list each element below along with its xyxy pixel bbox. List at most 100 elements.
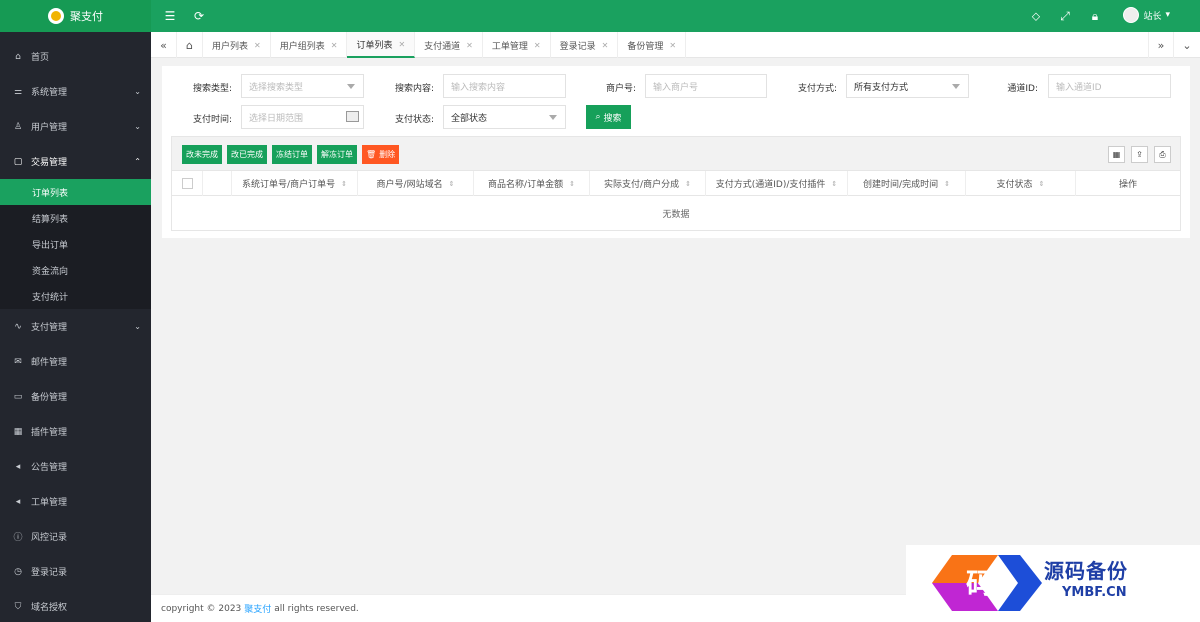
select-all-checkbox[interactable]: [181, 178, 193, 189]
pay-status-select[interactable]: 全部状态: [443, 105, 566, 129]
pay-method-label: 支付方式:: [797, 84, 837, 94]
pay-method-value: 所有支付方式: [854, 82, 909, 93]
sort-icon: ⇕: [685, 179, 691, 188]
double-chevron-left-icon[interactable]: «: [151, 32, 177, 58]
tag-icon[interactable]: ⬦: [1029, 9, 1043, 23]
ticket-icon: ◂: [15, 496, 21, 507]
col-status[interactable]: 支付状态 ⇕: [966, 171, 1076, 196]
sidebar-item-logins[interactable]: ◷ 登录记录: [0, 554, 151, 589]
delete-label: 删除: [379, 150, 396, 159]
merchant-input[interactable]: 输入商户号: [645, 74, 767, 98]
footer-brand-link[interactable]: 聚支付: [244, 602, 271, 615]
sidebar-item-mail[interactable]: ✉ 邮件管理: [0, 344, 151, 379]
sidebar-item-users[interactable]: ♙ 用户管理 ⌄: [0, 109, 151, 144]
pulse-icon: ∿: [14, 321, 22, 332]
export-icon[interactable]: ⇪: [1131, 146, 1148, 163]
merchant-label: 商户号:: [605, 84, 636, 94]
unfreeze-order-button[interactable]: 解冻订单: [317, 145, 357, 164]
search-button[interactable]: ⌕ 搜索: [586, 105, 631, 129]
sidebar-subitem-funds[interactable]: 资金流向: [0, 257, 151, 283]
col-actual-pay[interactable]: 实际支付/商户分成 ⇕: [590, 171, 706, 196]
sidebar-item-plugins[interactable]: ▦ 插件管理: [0, 414, 151, 449]
search-button-label: 搜索: [603, 113, 622, 124]
sidebar-item-announcements[interactable]: ◂ 公告管理: [0, 449, 151, 484]
top-header: 聚支付 ☰ ⟳ ⬦ ⤢ 🔒︎ 站长 ▾: [0, 0, 1200, 32]
tab-order-list[interactable]: 订单列表 ✕: [347, 32, 416, 58]
col-order-no[interactable]: 系统订单号/商户订单号 ⇕: [232, 171, 358, 196]
search-type-select[interactable]: 选择搜索类型: [241, 74, 364, 98]
watermark-glyph: 码: [966, 567, 994, 600]
sidebar-item-trade[interactable]: ▢ 交易管理 ⌃: [0, 144, 151, 179]
watermark-url: YMBF.CN: [1062, 585, 1127, 600]
channel-input[interactable]: 输入通道ID: [1048, 74, 1171, 98]
tab-label: 订单列表: [356, 40, 393, 51]
sidebar-item-domain[interactable]: ⛉ 域名授权: [0, 589, 151, 622]
close-icon[interactable]: ✕: [331, 41, 338, 50]
close-icon[interactable]: ✕: [669, 41, 676, 50]
search-content-input[interactable]: 输入搜索内容: [443, 74, 566, 98]
table-toolbar: 改未完成 改已完成 冻结订单 解冻订单 🗑︎ 删除 ▦ ⇪ ⎙: [172, 137, 1180, 171]
delete-button[interactable]: 🗑︎ 删除: [362, 145, 400, 164]
caret-down-icon: ▾: [1165, 10, 1170, 20]
mark-uncompleted-button[interactable]: 改未完成: [182, 145, 222, 164]
order-panel: 搜索类型: 选择搜索类型 搜索内容: 输入搜索内容 商户号: 输入商户号 支付方…: [162, 66, 1190, 238]
col-pay-method[interactable]: 支付方式(通道ID)/支付插件 ⇕: [706, 171, 848, 196]
caret-down-icon: [549, 115, 557, 120]
fullscreen-icon[interactable]: ⤢: [1058, 9, 1072, 23]
home-tab-icon[interactable]: ⌂: [177, 32, 203, 58]
close-icon[interactable]: ✕: [466, 41, 473, 50]
sidebar-subitem-export[interactable]: 导出订单: [0, 231, 151, 257]
tab-user-list[interactable]: 用户列表 ✕: [203, 32, 271, 58]
sidebar-item-label: 域名授权: [31, 603, 68, 613]
mark-completed-button[interactable]: 改已完成: [227, 145, 267, 164]
sidebar-item-label: 工单管理: [31, 498, 68, 508]
app-logo[interactable]: 聚支付: [0, 0, 151, 32]
columns-icon[interactable]: ▦: [1108, 146, 1125, 163]
close-icon[interactable]: ✕: [602, 41, 609, 50]
table-header: 系统订单号/商户订单号 ⇕ 商户号/网站域名 ⇕ 商品名称/订单金额 ⇕ 实际支付/商…: [172, 171, 1180, 196]
chevron-down-icon: ⌄: [134, 122, 141, 131]
sidebar-item-home[interactable]: ⌂ 首页: [0, 39, 151, 74]
freeze-order-button[interactable]: 冻结订单: [272, 145, 312, 164]
pay-time-input[interactable]: 选择日期范围: [241, 105, 364, 129]
lock-icon[interactable]: 🔒︎: [1088, 9, 1102, 23]
tab-tickets[interactable]: 工单管理 ✕: [483, 32, 551, 58]
refresh-icon[interactable]: ⟳: [192, 9, 206, 23]
tab-pay-channel[interactable]: 支付通道 ✕: [415, 32, 483, 58]
chevron-up-icon: ⌃: [134, 157, 141, 166]
header-spacer: [203, 171, 232, 196]
col-label: 支付方式(通道ID)/支付插件: [715, 180, 826, 190]
sidebar-subitem-stats[interactable]: 支付统计: [0, 283, 151, 309]
tab-backup[interactable]: 备份管理 ✕: [618, 32, 687, 58]
col-merchant[interactable]: 商户号/网站域名 ⇕: [358, 171, 474, 196]
user-menu[interactable]: 站长 ▾: [1123, 7, 1170, 23]
sidebar-item-label: 首页: [31, 53, 50, 63]
close-icon[interactable]: ✕: [534, 41, 541, 50]
sidebar-item-payment[interactable]: ∿ 支付管理 ⌄: [0, 309, 151, 344]
empty-state: 无数据: [662, 210, 690, 220]
menu-toggle-icon[interactable]: ☰: [163, 9, 177, 23]
sidebar-item-risk[interactable]: ⓘ 风控记录: [0, 519, 151, 554]
sidebar-item-label: 公告管理: [31, 463, 68, 473]
pay-method-select[interactable]: 所有支付方式: [846, 74, 969, 98]
close-icon[interactable]: ✕: [254, 41, 261, 50]
sidebar-item-backup[interactable]: ▭ 备份管理: [0, 379, 151, 414]
tab-list: 用户列表 ✕ 用户组列表 ✕ 订单列表 ✕ 支付通道 ✕ 工单管理 ✕ 登录记录 ✕ 备份管…: [203, 32, 687, 58]
sidebar-item-label: 邮件管理: [31, 358, 68, 368]
sidebar-item-system[interactable]: ⚌ 系统管理 ⌄: [0, 74, 151, 109]
close-icon[interactable]: ✕: [398, 40, 405, 49]
col-label: 支付状态: [996, 180, 1033, 190]
double-chevron-right-icon[interactable]: »: [1148, 32, 1174, 58]
pay-time-placeholder: 选择日期范围: [249, 113, 304, 124]
sidebar-subitem-settlements[interactable]: 结算列表: [0, 205, 151, 231]
tab-login-records[interactable]: 登录记录 ✕: [551, 32, 619, 58]
tab-user-group-list[interactable]: 用户组列表 ✕: [271, 32, 348, 58]
col-time[interactable]: 创建时间/完成时间 ⇕: [848, 171, 966, 196]
col-product[interactable]: 商品名称/订单金额 ⇕: [474, 171, 590, 196]
print-icon[interactable]: ⎙: [1154, 146, 1171, 163]
chevron-down-icon[interactable]: ⌄: [1174, 32, 1200, 58]
sidebar-item-tickets[interactable]: ◂ 工单管理: [0, 484, 151, 519]
tab-label: 登录记录: [559, 41, 596, 52]
sidebar-subitem-orders[interactable]: 订单列表: [0, 179, 151, 205]
home-icon: ⌂: [15, 51, 21, 62]
